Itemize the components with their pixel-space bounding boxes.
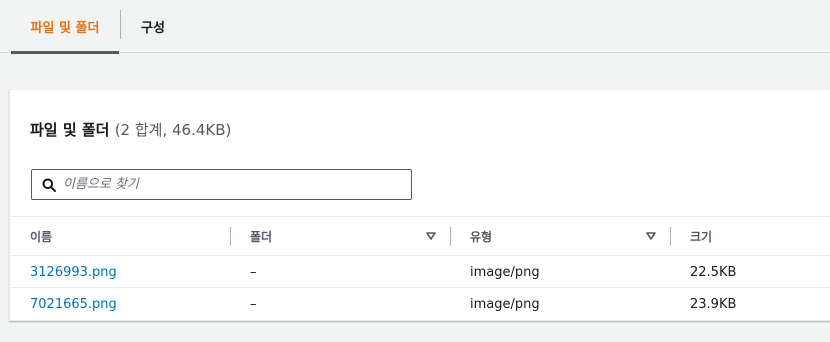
tab-configuration-label: 구성 [141,21,165,36]
sort-caret-down-icon[interactable] [426,231,436,241]
table-row: 3126993.png – image/png 22.5KB [10,256,830,288]
panel-title: 파일 및 폴더 (2 합계, 46.4KB) [30,119,231,140]
file-size: 23.9KB [690,296,737,312]
file-size: 22.5KB [690,264,737,280]
tab-bar: 파일 및 폴더 구성 [0,0,830,54]
column-header-name[interactable]: 이름 [30,217,52,256]
search-icon [35,170,63,199]
sort-caret-down-icon[interactable] [646,231,656,241]
search-box [31,169,412,200]
file-folder: – [250,296,257,312]
file-type: image/png [470,264,540,280]
table-header: 이름 폴더 유형 크기 [10,216,830,256]
tab-files-and-folders[interactable]: 파일 및 폴더 [11,0,119,54]
files-panel: 파일 및 폴더 (2 합계, 46.4KB) 이름 폴더 유형 크기 31269… [9,89,830,321]
table-row: 7021665.png – image/png 23.9KB [10,288,830,320]
panel-title-count: (2 합계, 46.4KB) [114,121,232,139]
column-header-size[interactable]: 크기 [690,217,712,256]
panel-title-text: 파일 및 폴더 [30,121,110,139]
column-separator[interactable] [670,227,671,246]
column-header-folder[interactable]: 폴더 [250,217,272,256]
file-type: image/png [470,296,540,312]
search-input[interactable] [63,177,393,192]
file-name-link[interactable]: 3126993.png [30,256,117,288]
active-tab-indicator [11,51,119,54]
tab-files-and-folders-label: 파일 및 폴더 [30,21,100,36]
tab-configuration[interactable]: 구성 [121,0,185,53]
file-name-link[interactable]: 7021665.png [30,288,117,320]
column-header-type[interactable]: 유형 [470,217,492,256]
file-folder: – [250,264,257,280]
column-separator[interactable] [450,227,451,246]
column-separator[interactable] [230,227,231,246]
